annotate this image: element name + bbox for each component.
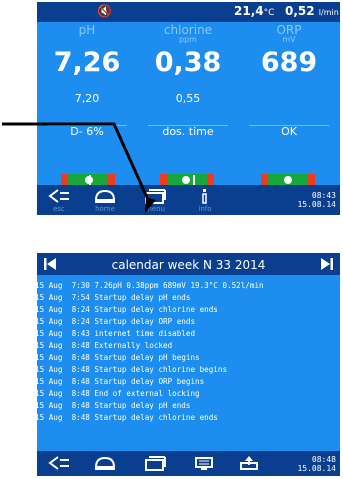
pointer-line xyxy=(2,122,152,205)
pointer-arrow xyxy=(2,122,156,213)
pointer-arrowhead xyxy=(145,197,156,213)
